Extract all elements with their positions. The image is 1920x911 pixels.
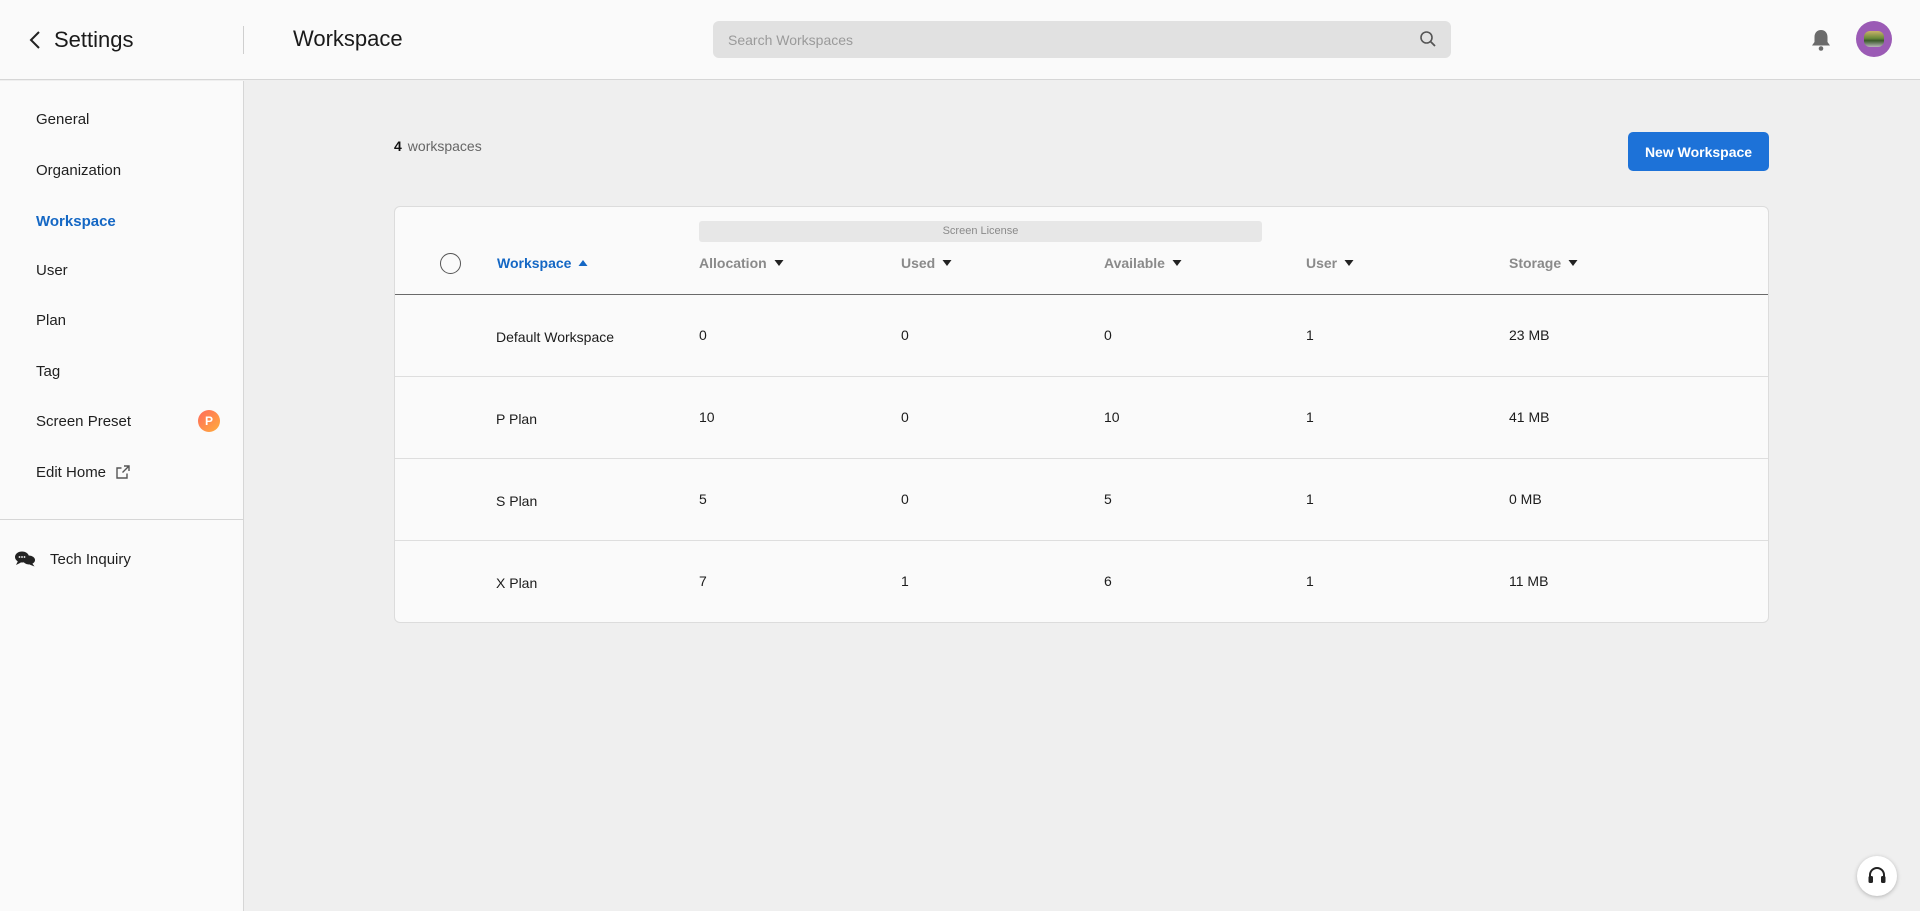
screen-license-group-header: Screen License (699, 221, 1262, 242)
cell-workspace-name: P Plan (496, 411, 537, 427)
cell-user: 1 (1306, 573, 1314, 589)
column-header-used[interactable]: Used (901, 254, 952, 272)
table-row[interactable]: S Plan 5 0 5 1 0 MB (395, 459, 1768, 541)
sidebar-item-user[interactable]: User (36, 259, 68, 281)
column-header-label: Allocation (699, 255, 767, 271)
top-header: Settings Workspace (0, 0, 1920, 80)
cell-used: 0 (901, 491, 909, 507)
workspace-count-label: workspaces (407, 138, 482, 154)
cell-used: 0 (901, 409, 909, 425)
external-link-icon (116, 465, 130, 479)
column-header-allocation[interactable]: Allocation (699, 254, 784, 272)
sort-desc-icon (1344, 260, 1354, 266)
sidebar-item-label: Edit Home (36, 463, 107, 481)
sidebar-item-general[interactable]: General (36, 108, 89, 130)
cell-storage: 23 MB (1509, 327, 1550, 343)
column-header-storage[interactable]: Storage (1509, 254, 1578, 272)
cell-storage: 11 MB (1509, 573, 1549, 589)
sort-desc-icon (1568, 260, 1578, 266)
sort-desc-icon (774, 260, 784, 266)
cell-workspace-name: S Plan (496, 493, 538, 509)
header-divider (243, 26, 244, 54)
select-all-checkbox[interactable] (440, 253, 461, 274)
cell-used: 1 (901, 573, 909, 589)
table-row[interactable]: X Plan 7 1 6 1 11 MB (395, 541, 1768, 623)
table-row[interactable]: Default Workspace 0 0 0 1 23 MB (395, 295, 1768, 377)
cell-workspace-name: Default Workspace (496, 329, 615, 345)
premium-badge: P (198, 410, 220, 432)
chat-icon (15, 551, 35, 567)
search-icon[interactable] (1419, 30, 1437, 48)
back-label: Settings (54, 27, 134, 52)
new-workspace-button[interactable]: New Workspace (1628, 132, 1769, 171)
column-header-available[interactable]: Available (1104, 254, 1182, 272)
cell-storage: 0 MB (1509, 491, 1542, 507)
cell-user: 1 (1306, 327, 1314, 343)
search-bar (713, 21, 1451, 58)
cell-user: 1 (1306, 409, 1314, 425)
column-header-label: User (1306, 255, 1338, 271)
column-header-label: Used (901, 255, 936, 271)
bell-icon[interactable] (1810, 28, 1832, 52)
chevron-left-icon (29, 31, 40, 49)
cell-user: 1 (1306, 491, 1314, 507)
cell-available: 6 (1104, 573, 1112, 589)
column-header-label: Workspace (497, 255, 572, 271)
sidebar: General Organization Workspace User Plan… (0, 81, 244, 911)
cell-available: 0 (1104, 327, 1112, 343)
cell-available: 10 (1104, 409, 1120, 425)
sort-asc-icon (578, 260, 588, 266)
sidebar-item-tag[interactable]: Tag (36, 360, 60, 382)
avatar-image (1864, 31, 1884, 47)
back-to-settings-button[interactable]: Settings (26, 24, 134, 56)
cell-storage: 41 MB (1509, 409, 1550, 425)
workspace-count: 4 workspaces (394, 138, 482, 154)
column-header-workspace[interactable]: Workspace (497, 254, 588, 272)
sort-desc-icon (1172, 260, 1182, 266)
sidebar-item-workspace[interactable]: Workspace (36, 210, 116, 232)
sidebar-item-screen-preset[interactable]: Screen Preset (36, 410, 131, 432)
page-title: Workspace (293, 26, 403, 51)
search-input[interactable] (713, 21, 1451, 58)
tech-inquiry-link[interactable]: Tech Inquiry (14, 550, 131, 568)
table-row[interactable]: P Plan 10 0 10 1 41 MB (395, 377, 1768, 459)
support-button[interactable] (1857, 856, 1897, 896)
headset-icon (1868, 867, 1886, 883)
cell-used: 0 (901, 327, 909, 343)
cell-allocation: 5 (699, 491, 707, 507)
column-header-label: Available (1104, 255, 1165, 271)
sidebar-divider (0, 519, 243, 520)
workspace-table: Screen License Workspace Allocation Used… (394, 206, 1769, 623)
cell-allocation: 7 (699, 573, 707, 589)
cell-workspace-name: X Plan (496, 575, 538, 591)
sort-desc-icon (942, 260, 952, 266)
column-header-label: Storage (1509, 255, 1562, 271)
sidebar-item-organization[interactable]: Organization (36, 159, 121, 181)
avatar[interactable] (1856, 21, 1892, 57)
column-header-user[interactable]: User (1306, 254, 1354, 272)
sidebar-item-plan[interactable]: Plan (36, 309, 66, 331)
sidebar-item-edit-home[interactable]: Edit Home (36, 461, 130, 483)
workspace-count-number: 4 (394, 138, 402, 154)
cell-allocation: 0 (699, 327, 707, 343)
tech-inquiry-label: Tech Inquiry (50, 550, 131, 568)
cell-allocation: 10 (699, 409, 715, 425)
cell-available: 5 (1104, 491, 1112, 507)
